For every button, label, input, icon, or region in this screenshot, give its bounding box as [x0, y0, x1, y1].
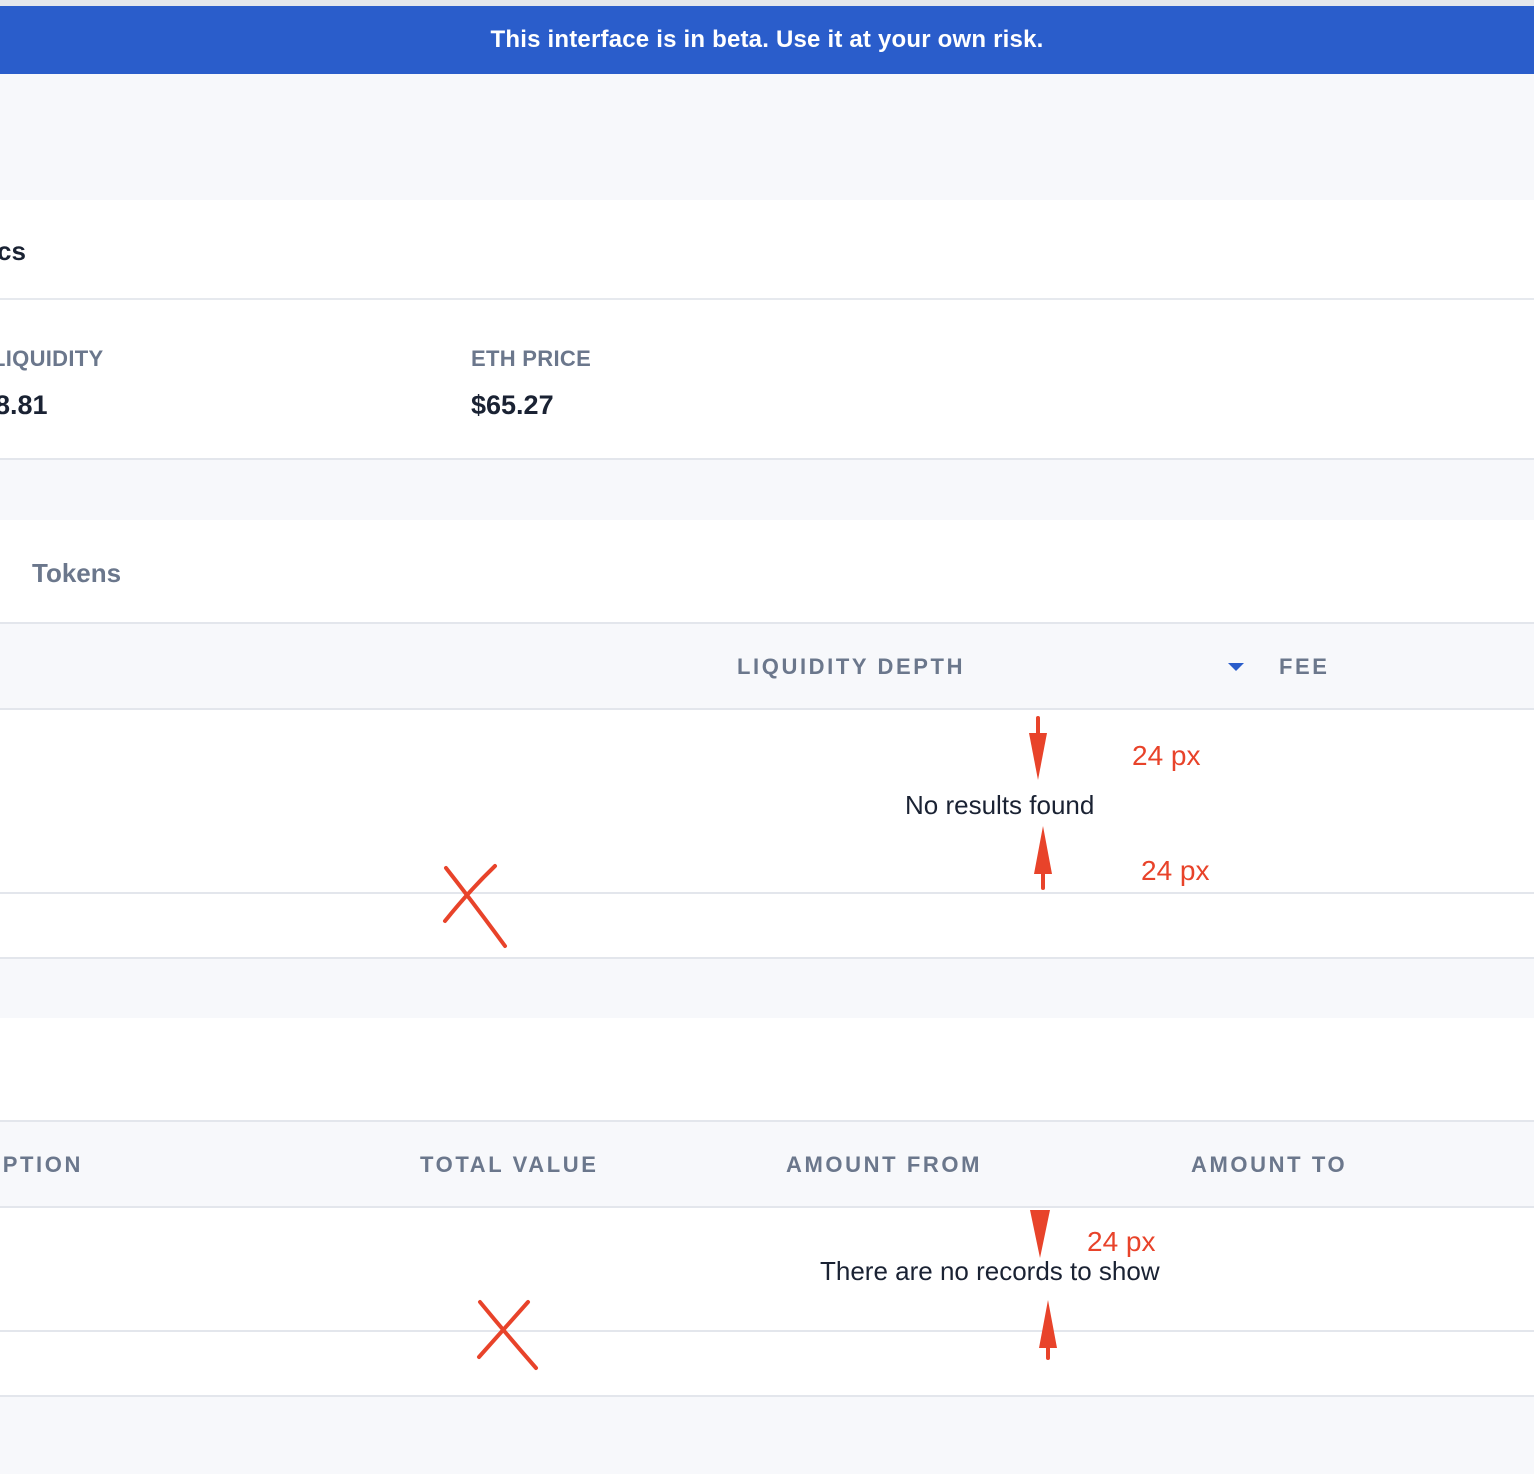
arrow-up-transactions [1039, 1300, 1057, 1360]
annotation-label-records-gap: 24 px [1087, 1226, 1156, 1257]
arrow-up-tokens [1034, 826, 1052, 890]
annotation-label-top-gap: 24 px [1132, 740, 1201, 771]
arrow-down-tokens [1029, 716, 1047, 780]
cross-mark-tokens [443, 864, 507, 948]
annotation-overlay [443, 716, 1057, 1370]
annotation-label-bottom-gap: 24 px [1141, 855, 1210, 886]
cross-mark-transactions [477, 1300, 538, 1370]
arrow-down-transactions [1030, 1210, 1050, 1258]
